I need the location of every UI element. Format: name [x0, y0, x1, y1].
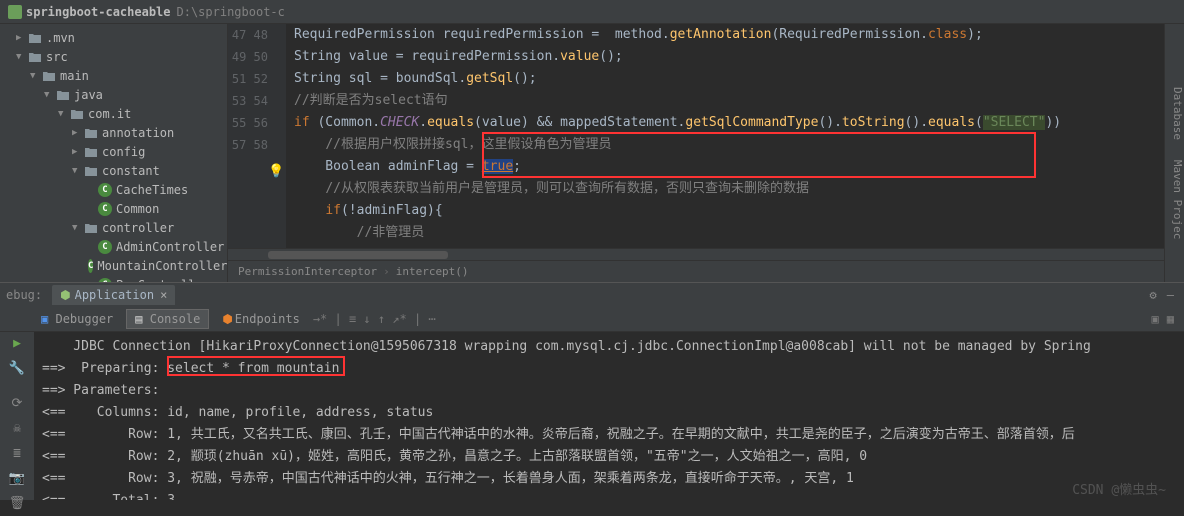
debug-tab-label: Application	[75, 288, 154, 302]
settings-icon[interactable]: ⚙	[1150, 288, 1157, 302]
tab-console[interactable]: ▤ Console	[126, 309, 209, 329]
class-icon: C	[98, 278, 112, 283]
crumb-class[interactable]: PermissionInterceptor	[238, 265, 377, 278]
tree-item-src[interactable]: ▼src	[0, 47, 227, 66]
code-editor[interactable]: 47 48 49 50 51 52 53 54 55 56 57 58 💡 Re…	[228, 24, 1184, 282]
stop-icon[interactable]: 🔧	[9, 361, 25, 376]
code-area[interactable]: RequiredPermission requiredPermission = …	[286, 24, 1184, 248]
folder-icon	[84, 222, 98, 234]
console-gutter: ▶ 🔧 ⟳ ☠ ≣ 📷 🗑	[0, 332, 34, 500]
folder-icon	[42, 70, 56, 82]
tree-item-mountaincontroller[interactable]: CMountainController	[0, 256, 227, 275]
editor-scrollbar[interactable]	[228, 248, 1184, 260]
tree-item-constant[interactable]: ▼constant	[0, 161, 227, 180]
project-bar: springboot-cacheable D:\springboot-c	[0, 0, 1184, 24]
project-tree[interactable]: ▶.mvn▼src▼main▼java▼com.it▶annotation▶co…	[0, 24, 228, 282]
folder-icon	[70, 108, 84, 120]
close-icon[interactable]: ×	[160, 288, 167, 302]
crumb-method[interactable]: intercept()	[377, 265, 468, 278]
tree-item-annotation[interactable]: ▶annotation	[0, 123, 227, 142]
maven-tool[interactable]: Maven Projec	[1171, 160, 1184, 239]
console-output[interactable]: JDBC Connection [HikariProxyConnection@1…	[34, 332, 1184, 500]
tree-item-paycontroller[interactable]: CPayController	[0, 275, 227, 282]
class-icon: C	[88, 259, 93, 273]
tree-item-cachetimes[interactable]: CCacheTimes	[0, 180, 227, 199]
breadcrumb[interactable]: PermissionInterceptor intercept()	[228, 260, 1184, 282]
tree-item-controller[interactable]: ▼controller	[0, 218, 227, 237]
class-icon: C	[98, 240, 112, 254]
debug-label: ebug:	[0, 288, 48, 302]
folder-icon	[84, 127, 98, 139]
tree-item-com-it[interactable]: ▼com.it	[0, 104, 227, 123]
minimize-icon[interactable]: —	[1167, 288, 1174, 302]
reload-icon[interactable]: ⟳	[12, 396, 23, 411]
folder-icon	[56, 89, 70, 101]
class-icon: C	[98, 183, 112, 197]
trash-icon[interactable]: 🗑	[9, 496, 26, 511]
skull-icon[interactable]: ☠	[13, 421, 21, 436]
project-path: D:\springboot-c	[177, 5, 285, 19]
console-panel: ▶ 🔧 ⟳ ☠ ≣ 📷 🗑 JDBC Connection [HikariPro…	[0, 332, 1184, 500]
line-gutter: 47 48 49 50 51 52 53 54 55 56 57 58 💡	[228, 24, 286, 248]
tab-endpoints[interactable]: ⬢Endpoints	[213, 309, 309, 329]
db-icon-2[interactable]: ▦	[1167, 312, 1174, 326]
debug-tab-application[interactable]: ⬢ Application ×	[52, 285, 175, 305]
tree-item-main[interactable]: ▼main	[0, 66, 227, 85]
folder-icon	[28, 51, 42, 63]
tree-item-config[interactable]: ▶config	[0, 142, 227, 161]
tab-debugger[interactable]: ▣ Debugger	[32, 309, 122, 329]
debugger-toolbar: ▣ Debugger ▤ Console ⬢Endpoints →* | ≡ ↓…	[0, 306, 1184, 332]
debug-tabbar: ebug: ⬢ Application × ⚙ —	[0, 282, 1184, 306]
db-icon-1[interactable]: ▣	[1152, 312, 1159, 326]
right-toolbar[interactable]: Database Maven Projec	[1164, 24, 1184, 282]
rerun-icon[interactable]: ▶	[13, 336, 21, 351]
tree-item--mvn[interactable]: ▶.mvn	[0, 28, 227, 47]
folder-icon	[84, 165, 98, 177]
tree-item-admincontroller[interactable]: CAdminController	[0, 237, 227, 256]
bug-icon: ⬢	[60, 288, 70, 302]
class-icon: C	[98, 202, 112, 216]
watermark: CSDN @懒虫虫~	[1072, 479, 1166, 498]
camera-icon[interactable]: 📷	[9, 471, 25, 486]
tree-item-common[interactable]: CCommon	[0, 199, 227, 218]
endpoints-icon: ⬢	[222, 312, 232, 326]
database-tool[interactable]: Database	[1171, 87, 1184, 140]
project-name: springboot-cacheable	[26, 5, 171, 19]
folder-icon	[84, 146, 98, 158]
project-icon	[8, 5, 22, 19]
intention-bulb-icon[interactable]: 💡	[268, 161, 284, 183]
stack-icon[interactable]: ≣	[13, 446, 21, 461]
folder-icon	[28, 32, 42, 44]
tree-item-java[interactable]: ▼java	[0, 85, 227, 104]
